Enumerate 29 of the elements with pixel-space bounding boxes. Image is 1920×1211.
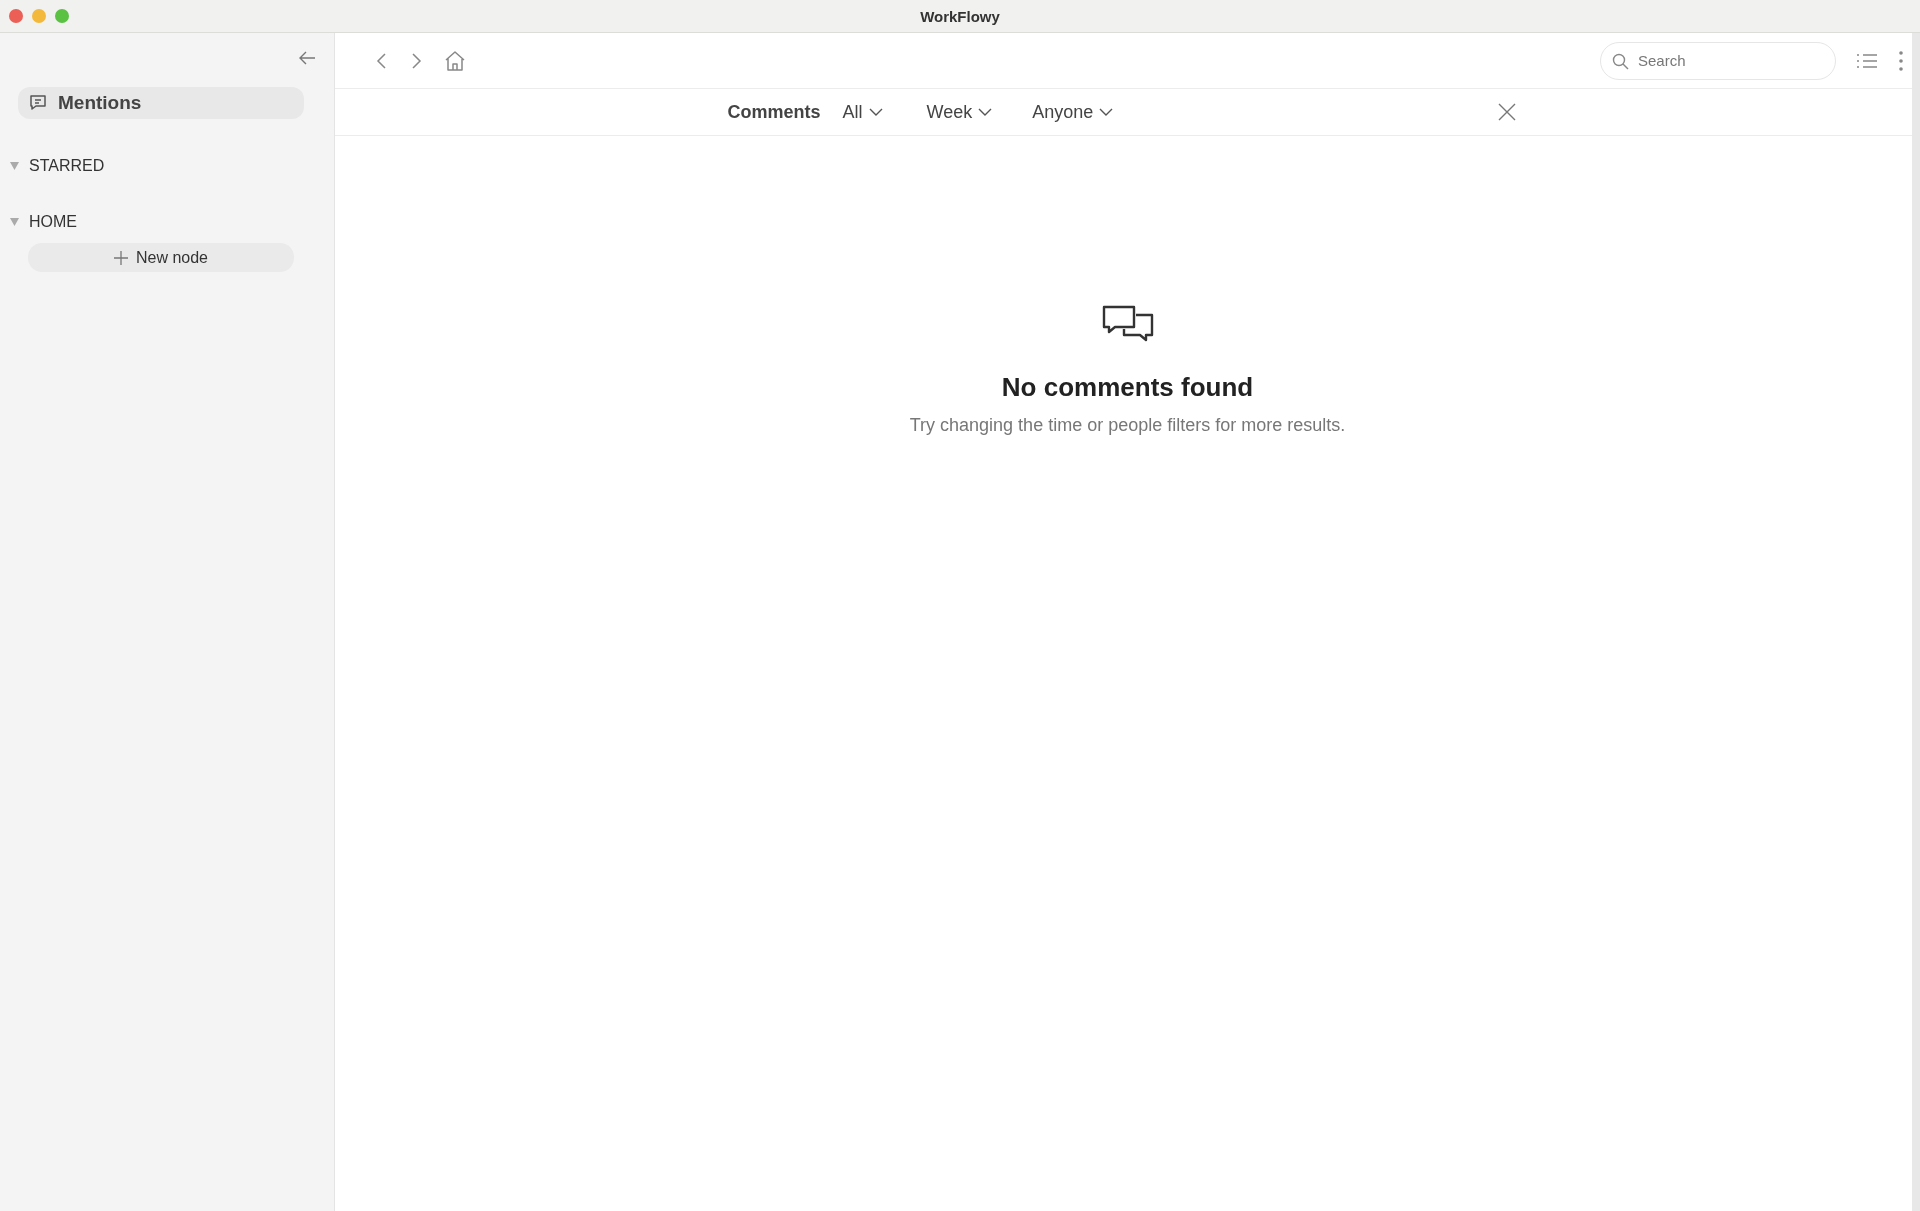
chevron-down-icon	[978, 107, 993, 117]
close-icon[interactable]	[1497, 103, 1516, 121]
expanded-triangle-icon[interactable]	[10, 218, 19, 226]
section-label[interactable]: HOME	[29, 213, 77, 231]
back-icon[interactable]	[375, 50, 389, 71]
comment-icon	[28, 93, 48, 113]
filter-bar-title: Comments	[727, 101, 821, 123]
empty-state-message: Try changing the time or people filters for more results.	[909, 415, 1346, 436]
search-field[interactable]: Search	[1600, 41, 1836, 80]
close-window-button[interactable]	[9, 9, 23, 23]
scrollbar[interactable]	[1912, 33, 1920, 1211]
list-icon[interactable]	[1856, 51, 1878, 70]
more-icon[interactable]	[1898, 49, 1904, 72]
window-title: WorkFlowy	[920, 7, 1000, 25]
filter-dropdown[interactable]: Week	[926, 101, 993, 123]
minimize-window-button[interactable]	[32, 9, 46, 23]
forward-icon[interactable]	[409, 50, 423, 71]
filter-dropdown[interactable]: All	[842, 101, 883, 123]
home-icon[interactable]	[443, 48, 467, 73]
empty-state-title: No comments found	[1001, 372, 1254, 403]
section-label[interactable]: STARRED	[29, 157, 105, 175]
chevron-down-icon	[1099, 107, 1114, 117]
new-node-button[interactable]: New node	[28, 243, 294, 272]
expanded-triangle-icon[interactable]	[10, 162, 19, 170]
mentions-item[interactable]: Mentions	[18, 87, 304, 119]
chevron-down-icon	[868, 107, 883, 117]
plus-icon	[113, 250, 128, 265]
filter-dropdown[interactable]: Anyone	[1032, 101, 1114, 123]
zoom-window-button[interactable]	[55, 9, 69, 23]
